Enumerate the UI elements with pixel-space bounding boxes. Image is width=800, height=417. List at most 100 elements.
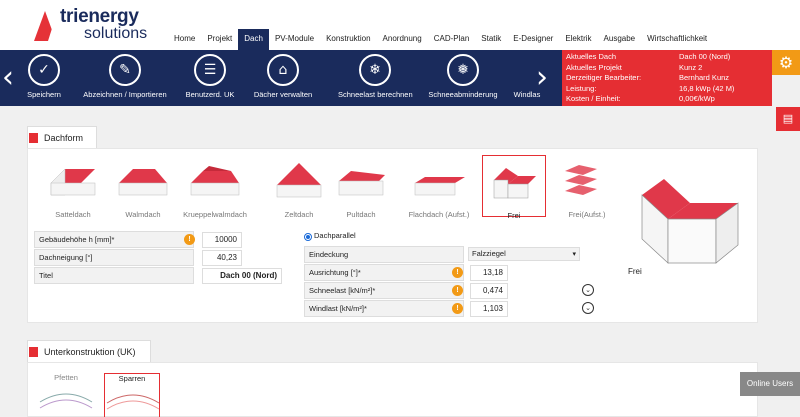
settings-gear-icon[interactable]: ⚙ [772,50,800,75]
info-row: Aktuelles Projekt Kunz 2 [566,63,768,74]
roof-frei[interactable]: Frei [482,155,546,220]
custom-uk-button[interactable]: ☰ Benutzerd. UK [182,54,238,102]
check-icon: ✓ [28,54,60,86]
save-button[interactable]: ✓ Speichern [22,54,66,102]
eindeckung-select[interactable]: Falzziegel ▾ [468,247,580,261]
info-key: Derzeitiger Bearbeiter: [566,73,642,82]
zeltdach-icon [276,163,322,198]
pultdach-icon [338,171,385,196]
titel-row: Titel [34,267,194,284]
toolbar-next-icon[interactable]: › [536,60,548,95]
info-value: Kunz 2 [679,62,703,72]
gear-roof-icon: ⌂ [267,54,299,86]
nav-konstruktion[interactable]: Konstruktion [320,29,376,50]
krueppelwalmdach-icon [190,166,240,196]
eindeckung-value: Falzziegel [472,249,506,258]
uk-header: Unterkonstruktion (UK) [27,340,151,362]
dachform-header: Dachform [27,126,97,148]
uk-tab-label: Sparren [118,374,146,383]
info-value: 16,8 kWp (42 M) [679,83,735,93]
info-key: Kosten / Einheit: [566,94,621,103]
roof-walmdach[interactable]: Walmdach [108,155,178,219]
ausrichtung-input[interactable]: 13,18 [470,265,508,281]
nav-pv-module[interactable]: PV-Module [269,29,320,50]
satteldach-icon [50,168,96,196]
schneelast-input[interactable]: 0,474 [470,283,508,299]
info-icon[interactable]: ! [452,303,463,314]
custom-uk-label: Benutzerd. UK [185,90,235,99]
roof-label: Krueppelwalmdach [183,210,247,219]
uk-title: Unterkonstruktion (UK) [44,347,136,357]
section-marker [29,347,38,357]
roof-flachdach[interactable]: Flachdach (Aufst.) [400,155,478,219]
schneelast-label: Schneelast [kN/m²]* [309,286,376,295]
info-value: Bernhard Kunz [679,73,730,82]
trace-import-button[interactable]: ✎ Abzeichnen / Importieren [80,54,170,102]
eindeckung-row: Eindeckung [304,246,464,263]
action-toolbar: ‹ ✓ Speichern ✎ Abzeichnen / Importieren… [0,50,562,106]
side-tab-icon[interactable]: ▤ [776,107,800,131]
list-icon: ☰ [194,54,226,86]
section-marker [29,133,38,143]
info-row: Leistung: 16,8 kWp (42 M) [566,84,768,95]
schneelast-expand-icon[interactable]: ⌄ [582,284,594,296]
dachform-panel: Satteldach Walmdach Krueppelwalmdach Zel… [27,148,758,323]
manage-roofs-button[interactable]: ⌂ Dächer verwalten [250,54,316,102]
nav-dach[interactable]: Dach [238,29,269,50]
gebaeudehoehe-input[interactable]: 10000 [202,232,242,248]
gebaeudehoehe-label: Gebäudehöhe h [mm]* [39,235,115,244]
pfetten-icon [39,393,93,409]
nav-elektrik[interactable]: Elektrik [559,29,597,50]
info-key: Leistung: [566,83,597,93]
dachneigung-row: Dachneigung [°] [34,249,194,266]
nav-ausgabe[interactable]: Ausgabe [598,29,642,50]
brand-logo[interactable]: trienergy solutions [34,5,174,47]
nav-projekt[interactable]: Projekt [201,29,238,50]
frei-aufst-icon [565,165,597,195]
roof-pultdach[interactable]: Pultdach [326,155,396,219]
dachform-title: Dachform [44,133,84,143]
snow-reduction-label: Schneeabminderung [428,90,498,99]
dachneigung-input[interactable]: 40,23 [202,250,242,266]
uk-panel: Pfetten Sparren [27,362,758,417]
nav-home[interactable]: Home [168,29,201,50]
uk-tab-sparren[interactable]: Sparren [104,373,160,417]
info-row: Kosten / Einheit: 0,00€/kWp [566,94,768,105]
windlast-expand-icon[interactable]: ⌄ [582,302,594,314]
eindeckung-label: Eindeckung [309,250,349,259]
nav-e-designer[interactable]: E-Designer [507,29,559,50]
roof-satteldach[interactable]: Satteldach [38,155,108,219]
snow-load-button[interactable]: ❄ Schneelast berechnen [338,54,413,102]
info-key: Aktuelles Dach [566,52,617,61]
info-key: Aktuelles Projekt [566,62,622,72]
dachparallel-radio[interactable] [304,233,312,241]
info-icon[interactable]: ! [452,267,463,278]
dachneigung-label: Dachneigung [°] [39,253,93,262]
nav-wirtschaftlichkeit[interactable]: Wirtschaftlichkeit [641,29,713,50]
info-row: Aktuelles Dach Dach 00 (Nord) [566,52,768,63]
roof-label: Zeltdach [284,210,314,219]
info-row: Derzeitiger Bearbeiter: Bernhard Kunz [566,73,768,84]
walmdach-icon [118,169,168,196]
titel-label: Titel [39,271,53,280]
roof-preview-3d [641,179,739,264]
uk-tab-pfetten[interactable]: Pfetten [38,373,94,417]
toolbar-prev-icon[interactable]: ‹ [2,60,14,95]
online-users-button[interactable]: Online Users [740,372,800,396]
nav-cad-plan[interactable]: CAD-Plan [428,29,476,50]
titel-input[interactable]: Dach 00 (Nord) [202,268,282,284]
roof-zeltdach[interactable]: Zeltdach [264,155,334,219]
roof-krueppelwalmdach[interactable]: Krueppelwalmdach [180,155,250,219]
info-icon[interactable]: ! [452,285,463,296]
main-nav: Home Projekt Dach PV-Module Konstruktion… [168,29,713,50]
roof-frei-aufst[interactable]: Frei(Aufst.) [552,155,622,219]
windlast-input[interactable]: 1,103 [470,301,508,317]
nav-anordnung[interactable]: Anordnung [377,29,428,50]
frei-icon [493,168,536,199]
nav-statik[interactable]: Statik [475,29,507,50]
brand-sub: solutions [84,25,148,42]
save-label: Speichern [27,90,61,99]
snow-reduction-button[interactable]: ❅ Schneeabminderung [426,54,500,102]
roof-label: Satteldach [55,210,91,219]
info-icon[interactable]: ! [184,234,195,245]
